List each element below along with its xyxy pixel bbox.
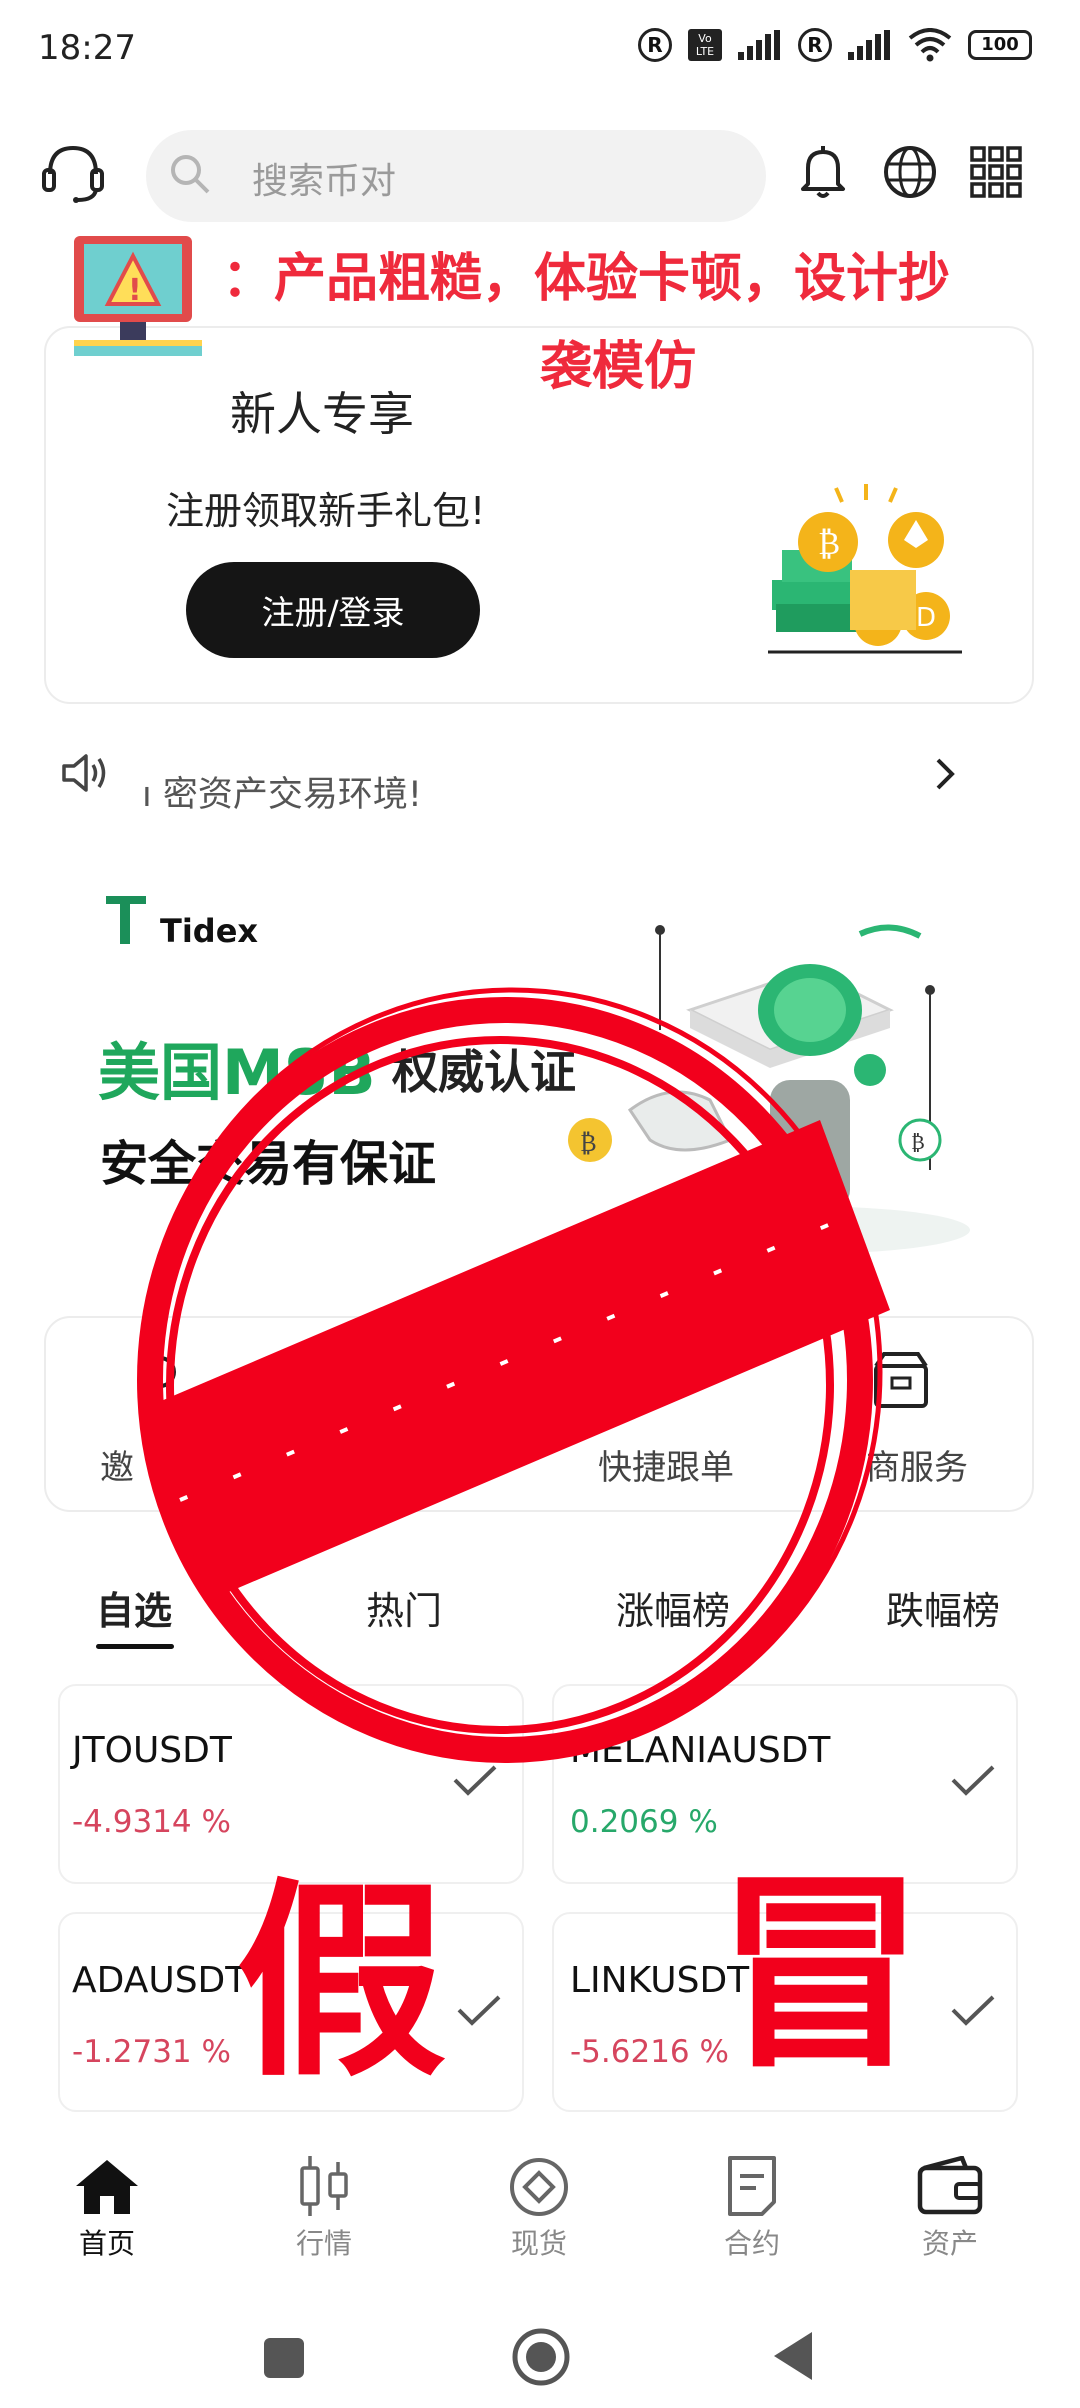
status-icons: R Vo LTE R 100 — [638, 28, 1032, 62]
status-time: 18:27 — [38, 28, 136, 68]
nav-contract[interactable]: 合约 — [702, 2222, 802, 2262]
banner-brand: Tidex — [160, 912, 259, 950]
warning-computer-icon: ! — [74, 236, 202, 356]
volte-icon: Vo LTE — [688, 29, 722, 61]
contract-icon[interactable] — [724, 2154, 780, 2218]
home-system-icon[interactable] — [510, 2326, 572, 2388]
registered-icon: R — [638, 28, 672, 62]
customer-service-icon[interactable] — [38, 142, 108, 206]
check-icon[interactable] — [950, 1764, 996, 1798]
stamp-character-left: 假 — [236, 1860, 447, 2105]
warning-text-line2: 袭模仿 — [540, 337, 697, 397]
home-icon[interactable] — [74, 2158, 140, 2216]
back-icon[interactable] — [770, 2330, 816, 2382]
wallet-icon[interactable] — [916, 2156, 984, 2216]
globe-icon[interactable] — [882, 144, 938, 200]
stamp-character-right: 冒 — [716, 1852, 927, 2097]
grid-menu-icon[interactable] — [970, 146, 1022, 198]
announcement-text[interactable]: ı 密资产交易环境! — [142, 766, 422, 817]
warning-text-line1: ：产品粗糙，体验卡顿，设计抄 — [222, 249, 951, 309]
pair-change: -5.6216 % — [570, 2034, 729, 2070]
new-user-title: 新人专享 — [230, 387, 414, 441]
tab-losers[interactable]: 跌幅榜 — [886, 1580, 1000, 1635]
pair-symbol: ADAUSDT — [72, 1960, 248, 2001]
spot-icon[interactable] — [508, 2156, 570, 2218]
chevron-right-icon[interactable] — [930, 756, 960, 792]
nav-home[interactable]: 首页 — [57, 2222, 157, 2262]
battery-icon: 100 — [968, 30, 1032, 60]
svg-text:₿: ₿ — [911, 1130, 925, 1154]
svg-text:!: ! — [128, 273, 142, 308]
wifi-icon — [908, 28, 952, 62]
signal-icon-2 — [848, 30, 890, 60]
new-user-subtitle: 注册领取新手礼包! — [166, 489, 486, 533]
nav-markets[interactable]: 行情 — [274, 2222, 374, 2262]
nav-spot[interactable]: 现货 — [489, 2222, 589, 2262]
registered-icon-2: R — [798, 28, 832, 62]
recent-apps-icon[interactable] — [262, 2336, 306, 2380]
check-icon[interactable] — [456, 1994, 502, 2028]
pair-change: -4.9314 % — [72, 1804, 231, 1840]
speaker-icon — [62, 754, 106, 792]
crypto-coins-illustration: ₿ D — [768, 484, 962, 654]
pair-change: -1.2731 % — [72, 2034, 231, 2070]
register-login-button[interactable]: 注册/登录 — [186, 562, 480, 658]
svg-text:₿: ₿ — [818, 524, 840, 562]
bell-icon[interactable] — [798, 144, 848, 200]
search-bar[interactable] — [146, 130, 766, 222]
search-input[interactable]: 搜索币对 — [252, 152, 396, 204]
check-icon[interactable] — [950, 1994, 996, 2028]
signal-icon — [738, 30, 780, 60]
svg-text:D: D — [916, 603, 936, 633]
fake-warning-stamp — [137, 987, 890, 1763]
candlestick-icon[interactable] — [294, 2154, 354, 2218]
tidex-logo-icon — [106, 896, 146, 944]
pair-change: 0.2069 % — [570, 1804, 718, 1840]
nav-assets[interactable]: 资产 — [900, 2222, 1000, 2262]
search-icon — [171, 155, 210, 194]
